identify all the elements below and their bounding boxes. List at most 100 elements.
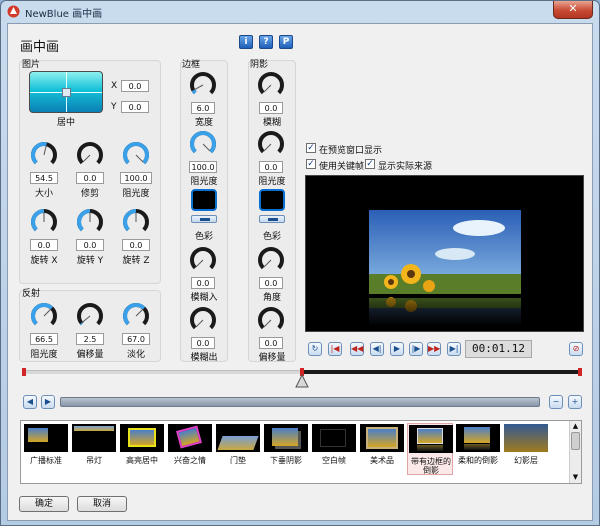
- preset-item[interactable]: 空白帧: [311, 423, 357, 475]
- rotate-x-input[interactable]: [30, 239, 58, 251]
- preset-button[interactable]: P: [279, 35, 293, 49]
- preset-item-selected[interactable]: 带有边框的倒影: [407, 423, 453, 475]
- shadow-opacity-knob[interactable]: [256, 128, 286, 158]
- timeline-scrollbar[interactable]: [60, 397, 540, 407]
- preset-thumbnail: [168, 424, 212, 452]
- shadow-blur-input[interactable]: [259, 102, 283, 114]
- show-in-preview-checkbox[interactable]: ✓: [306, 143, 316, 153]
- help-button[interactable]: ?: [259, 35, 273, 49]
- window-title: NewBlue 画中画: [25, 9, 103, 20]
- border-color-swatch[interactable]: [191, 189, 217, 211]
- preset-item[interactable]: 高亮居中: [119, 423, 165, 475]
- rotate-y-input[interactable]: [76, 239, 104, 251]
- preset-thumbnail: [504, 424, 548, 452]
- border-blur-in-input[interactable]: [191, 277, 215, 289]
- reflection-offset-label: 偏移量: [76, 350, 104, 360]
- preset-item[interactable]: 广播标准: [23, 423, 69, 475]
- ok-button[interactable]: 确定: [19, 496, 69, 512]
- shadow-angle-input[interactable]: [259, 277, 283, 289]
- keyframe-marker-start[interactable]: [22, 368, 26, 376]
- position-handle[interactable]: [62, 88, 71, 97]
- zoom-in-icon[interactable]: +: [568, 395, 582, 409]
- step-forward-icon[interactable]: |▶: [409, 342, 423, 356]
- go-end-icon[interactable]: ▶|: [447, 342, 461, 356]
- preset-label: 空白帧: [322, 456, 346, 465]
- preset-item[interactable]: 吊灯: [71, 423, 117, 475]
- preset-item[interactable]: 柔和的倒影: [455, 423, 501, 475]
- preset-item[interactable]: 幻影层: [503, 423, 549, 475]
- border-width-knob[interactable]: [188, 69, 218, 99]
- keyframe-marker-end[interactable]: [578, 368, 582, 376]
- border-opacity-knob[interactable]: [188, 128, 218, 158]
- size-input[interactable]: [30, 172, 58, 184]
- border-eyedropper-icon[interactable]: [191, 215, 217, 223]
- playhead-icon[interactable]: [295, 374, 309, 388]
- border-blur-out-label: 模糊出: [190, 353, 218, 363]
- shadow-eyedropper-icon[interactable]: [259, 215, 285, 223]
- go-start-icon[interactable]: |◀: [328, 342, 342, 356]
- play-icon[interactable]: ▶: [390, 342, 404, 356]
- show-actual-source-checkbox[interactable]: ✓: [365, 159, 375, 169]
- position-pad[interactable]: [29, 71, 103, 113]
- shadow-blur-knob[interactable]: [256, 69, 286, 99]
- picture-opacity-input[interactable]: [120, 172, 152, 184]
- rotate-y-label: 旋转 Y: [76, 256, 104, 266]
- picture-label: 图片: [22, 60, 41, 70]
- reflection-fade-label: 淡化: [126, 350, 145, 360]
- preset-item[interactable]: 门垫: [215, 423, 261, 475]
- reflection-offset-knob[interactable]: [75, 300, 105, 330]
- info-button[interactable]: i: [239, 35, 253, 49]
- rotate-z-input[interactable]: [122, 239, 150, 251]
- preset-item[interactable]: 兴奋之情: [167, 423, 213, 475]
- shadow-angle-knob[interactable]: [256, 244, 286, 274]
- crop-input[interactable]: [76, 172, 104, 184]
- x-input[interactable]: [121, 80, 149, 92]
- shadow-color-swatch[interactable]: [259, 189, 285, 211]
- use-keyframes-checkbox[interactable]: ✓: [306, 159, 316, 169]
- preset-label: 带有边框的倒影: [411, 457, 451, 475]
- border-blur-out-input[interactable]: [191, 337, 215, 349]
- reflection-offset-input[interactable]: [76, 333, 104, 345]
- preset-item[interactable]: 下垂阴影: [263, 423, 309, 475]
- show-actual-source-label: 显示实际来源: [378, 162, 433, 172]
- shadow-opacity-input[interactable]: [259, 161, 283, 173]
- border-opacity-label: 阻光度: [190, 177, 218, 187]
- next-key-icon[interactable]: ▶▶: [427, 342, 441, 356]
- close-button[interactable]: ✕: [553, 1, 593, 19]
- size-knob[interactable]: [29, 139, 59, 169]
- border-blur-out-knob[interactable]: [188, 304, 218, 334]
- rotate-z-knob[interactable]: [121, 206, 151, 236]
- loop-icon[interactable]: ↻: [308, 342, 322, 356]
- title-bar[interactable]: NewBlue 画中画 ✕: [1, 1, 599, 23]
- scroll-down-icon[interactable]: ▼: [570, 472, 581, 482]
- rotate-y-knob[interactable]: [75, 206, 105, 236]
- y-input[interactable]: [121, 101, 149, 113]
- reflection-opacity-knob[interactable]: [29, 300, 59, 330]
- reflection-fade-input[interactable]: [122, 333, 150, 345]
- crop-knob[interactable]: [75, 139, 105, 169]
- preset-item[interactable]: 美术品: [359, 423, 405, 475]
- preset-scrollbar[interactable]: ▲ ▼: [569, 421, 581, 483]
- preset-label: 门垫: [230, 456, 246, 465]
- size-label: 大小: [34, 189, 53, 199]
- border-opacity-input[interactable]: [189, 161, 217, 173]
- scroll-right-icon[interactable]: ▶: [41, 395, 55, 409]
- scroll-left-icon[interactable]: ◀: [23, 395, 37, 409]
- shadow-offset-knob[interactable]: [256, 304, 286, 334]
- zoom-out-icon[interactable]: −: [549, 395, 563, 409]
- border-blur-in-knob[interactable]: [188, 244, 218, 274]
- reflection-opacity-input[interactable]: [30, 333, 58, 345]
- no-keyframes-icon[interactable]: ⊘: [569, 342, 583, 356]
- cancel-button[interactable]: 取消: [77, 496, 127, 512]
- rotate-x-knob[interactable]: [29, 206, 59, 236]
- picture-opacity-knob[interactable]: [121, 139, 151, 169]
- preset-thumbnail: [216, 424, 260, 452]
- prev-key-icon[interactable]: ◀◀: [350, 342, 364, 356]
- step-back-icon[interactable]: ◀|: [370, 342, 384, 356]
- reflection-fade-knob[interactable]: [121, 300, 151, 330]
- preset-scroll-thumb[interactable]: [571, 432, 580, 450]
- scroll-up-icon[interactable]: ▲: [570, 421, 581, 431]
- shadow-offset-input[interactable]: [259, 337, 283, 349]
- preset-thumbnail: [456, 424, 500, 452]
- border-width-input[interactable]: [191, 102, 215, 114]
